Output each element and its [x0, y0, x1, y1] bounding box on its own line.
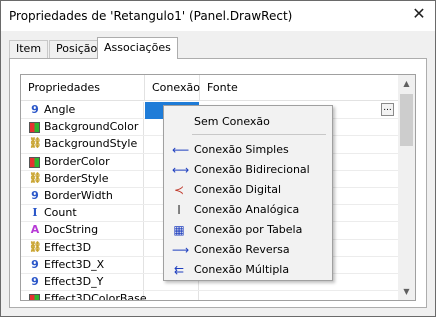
number-icon: 9	[31, 188, 39, 202]
property-label: Effect3DColorBase	[44, 292, 147, 301]
menu-item-label: Conexão Simples	[194, 143, 289, 156]
arrow-right-icon: ⟶	[172, 243, 190, 257]
property-label: BorderStyle	[44, 171, 109, 185]
property-label: Count	[44, 206, 77, 220]
menu-item-label: Conexão Reversa	[194, 243, 290, 256]
property-name-cell[interactable]: 9 Angle	[21, 102, 144, 119]
multiple-icon: ⇇	[173, 263, 185, 277]
share-icon: ≺	[173, 183, 185, 197]
color-icon	[29, 122, 40, 134]
title-bar: Propriedades de 'Retangulo1' (Panel.Draw…	[1, 1, 435, 31]
string-icon: A	[30, 223, 40, 237]
menu-separator	[192, 134, 326, 135]
menu-item-label: Conexão por Tabela	[194, 223, 303, 236]
menu-item-label: Conexão Bidirecional	[194, 163, 310, 176]
menu-item[interactable]: ⇇ Conexão Múltipla	[166, 260, 330, 280]
table-row[interactable]: Effect3DColorBase	[21, 291, 398, 301]
menu-item[interactable]: ⟵ Conexão Simples	[166, 140, 330, 160]
property-name-cell[interactable]: ⛓ BackgroundStyle	[21, 136, 144, 153]
color-icon	[29, 156, 40, 168]
analog-icon: I	[177, 203, 181, 217]
arrow-left-icon: ⟵	[172, 143, 190, 157]
grid-header: Propriedades Conexão Fonte	[21, 75, 398, 101]
menu-item-label: Sem Conexão	[194, 115, 270, 128]
arrow-both-icon: ⟷	[172, 163, 190, 177]
property-name-cell[interactable]: ⛓ BorderStyle	[21, 170, 144, 187]
tab-item[interactable]: Item	[9, 40, 49, 58]
property-name-cell[interactable]: BorderColor	[21, 153, 144, 170]
ellipsis-button[interactable]: ...	[381, 103, 394, 116]
window-title: Propriedades de 'Retangulo1' (Panel.Draw…	[9, 9, 293, 23]
tab-posicao[interactable]: Posição	[49, 40, 105, 58]
property-name-cell[interactable]: 9 BorderWidth	[21, 187, 144, 205]
property-name-cell[interactable]: I Count	[21, 205, 144, 222]
property-name-cell[interactable]: 9 Effect3D_X	[21, 256, 144, 273]
property-name-cell[interactable]: BackgroundColor	[21, 119, 144, 136]
menu-item[interactable]: ≺ Conexão Digital	[166, 180, 330, 200]
menu-item[interactable]: I Conexão Analógica	[166, 200, 330, 220]
menu-item-label: Conexão Digital	[194, 183, 282, 196]
integer-icon: I	[32, 206, 38, 220]
property-label: DocString	[44, 223, 99, 237]
property-label: BorderWidth	[44, 188, 113, 202]
menu-item[interactable]: ▦ Conexão por Tabela	[166, 220, 330, 240]
column-header-propriedades[interactable]: Propriedades	[21, 75, 145, 101]
property-label: BorderColor	[44, 154, 110, 168]
property-label: Effect3D_X	[44, 257, 105, 271]
menu-item-label: Conexão Múltipla	[194, 263, 290, 276]
scroll-down-icon[interactable]: ▼	[398, 283, 415, 300]
property-label: BackgroundColor	[44, 120, 139, 134]
property-label: BackgroundStyle	[44, 137, 138, 151]
table-icon: ▦	[173, 223, 185, 237]
style-icon: ⛓	[29, 241, 42, 253]
tab-strip: Item Posição Associações	[1, 31, 435, 59]
style-icon: ⛓	[29, 138, 42, 150]
style-icon: ⛓	[29, 172, 42, 184]
property-label: Effect3D_Y	[44, 274, 104, 288]
properties-window: Propriedades de 'Retangulo1' (Panel.Draw…	[0, 0, 436, 317]
menu-item[interactable]: ⟶ Conexão Reversa	[166, 240, 330, 260]
property-name-cell[interactable]: Effect3DColorBase	[21, 291, 147, 301]
vertical-scrollbar[interactable]: ▲ ▼	[398, 75, 415, 300]
column-header-conexao[interactable]: Conexão	[145, 75, 200, 101]
number-icon: 9	[31, 257, 39, 271]
number-icon: 9	[31, 274, 39, 288]
property-label: Effect3D	[44, 240, 92, 254]
menu-item[interactable]: Sem Conexão	[166, 112, 330, 132]
property-name-cell[interactable]: ⛓ Effect3D	[21, 239, 144, 256]
scroll-up-icon[interactable]: ▲	[398, 75, 415, 92]
menu-item-label: Conexão Analógica	[194, 203, 300, 216]
number-icon: 9	[31, 103, 39, 116]
close-button[interactable]: ✕	[406, 3, 432, 27]
menu-item[interactable]: ⟷ Conexão Bidirecional	[166, 160, 330, 180]
tab-associacoes[interactable]: Associações	[97, 37, 178, 59]
property-name-cell[interactable]: A DocString	[21, 222, 144, 239]
color-icon	[29, 294, 40, 300]
scroll-thumb[interactable]	[400, 94, 413, 146]
property-label: Angle	[44, 103, 76, 116]
connection-cell[interactable]	[145, 291, 199, 300]
column-header-fonte[interactable]: Fonte	[200, 75, 398, 101]
connection-context-menu: Sem Conexão ⟵ Conexão Simples ⟷ Conexão Bidi…	[163, 105, 333, 281]
property-name-cell[interactable]: 9 Effect3D_Y	[21, 273, 144, 291]
